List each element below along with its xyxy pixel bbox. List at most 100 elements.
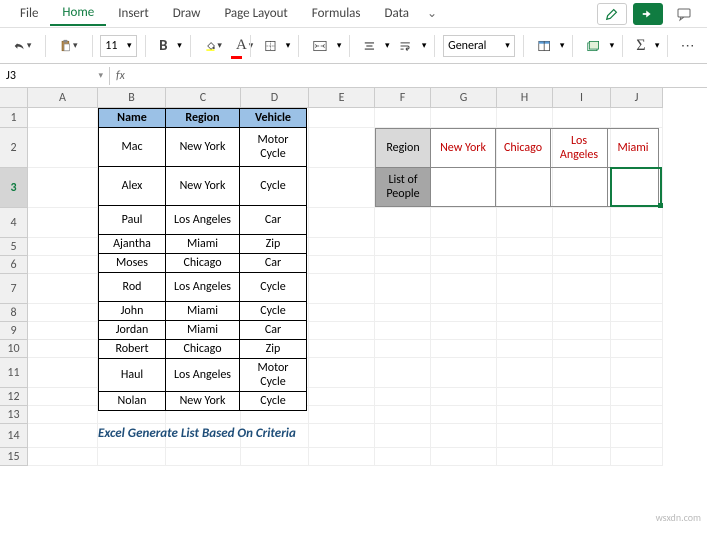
- row-header-14[interactable]: 14: [0, 424, 28, 448]
- col-header-D[interactable]: D: [241, 88, 309, 108]
- formula-input[interactable]: [131, 67, 707, 85]
- row-header-7[interactable]: 7: [0, 274, 28, 304]
- table-cell[interactable]: New York: [166, 392, 240, 411]
- criteria-region-value[interactable]: New York: [431, 129, 496, 168]
- table-cell[interactable]: Rod: [99, 273, 166, 302]
- row-header-15[interactable]: 15: [0, 448, 28, 466]
- more-options[interactable]: ⋯: [676, 33, 699, 58]
- cells-icon: [587, 39, 599, 53]
- paste-button[interactable]: ▾: [54, 33, 83, 59]
- table-cell[interactable]: Motor Cycle: [240, 359, 307, 392]
- row-header-2[interactable]: 2: [0, 128, 28, 168]
- table-cell[interactable]: Car: [240, 254, 307, 273]
- cells-button[interactable]: [581, 35, 605, 57]
- row-header-10[interactable]: 10: [0, 340, 28, 358]
- table-cell[interactable]: Cycle: [240, 273, 307, 302]
- table-cell[interactable]: Car: [240, 321, 307, 340]
- table-cell[interactable]: Los Angeles: [166, 359, 240, 392]
- table-cell[interactable]: Miami: [166, 321, 240, 340]
- worksheet-grid[interactable]: ABCDEFGHIJ 123456789101112131415 NameReg…: [0, 88, 707, 528]
- more-tabs-chevron[interactable]: ⌄: [421, 2, 443, 25]
- tab-data[interactable]: Data: [373, 2, 422, 25]
- table-cell[interactable]: Los Angeles: [166, 273, 240, 302]
- table-header: Name: [99, 109, 166, 128]
- font-color-button[interactable]: A ▾: [232, 33, 257, 58]
- col-header-J[interactable]: J: [611, 88, 663, 108]
- conditional-format-button[interactable]: [532, 35, 556, 57]
- number-format-select[interactable]: General ▾: [443, 35, 515, 57]
- comments-button[interactable]: [669, 3, 699, 25]
- tab-formulas[interactable]: Formulas: [300, 2, 373, 25]
- table-cell[interactable]: Alex: [99, 167, 166, 206]
- criteria-empty-cell[interactable]: [496, 168, 551, 207]
- tab-page-layout[interactable]: Page Layout: [212, 2, 299, 25]
- col-header-C[interactable]: C: [166, 88, 241, 108]
- table-cell[interactable]: Nolan: [99, 392, 166, 411]
- row-header-8[interactable]: 8: [0, 304, 28, 322]
- criteria-region-value[interactable]: Miami: [608, 129, 659, 168]
- pen-button[interactable]: [597, 3, 627, 25]
- tab-home[interactable]: Home: [50, 1, 106, 26]
- row-header-4[interactable]: 4: [0, 208, 28, 238]
- criteria-region-value[interactable]: Chicago: [496, 129, 551, 168]
- table-cell[interactable]: Moses: [99, 254, 166, 273]
- criteria-empty-cell[interactable]: [608, 168, 659, 207]
- criteria-empty-cell[interactable]: [551, 168, 608, 207]
- table-cell[interactable]: Car: [240, 206, 307, 235]
- merge-button[interactable]: [307, 35, 333, 57]
- col-header-E[interactable]: E: [309, 88, 375, 108]
- col-header-G[interactable]: G: [431, 88, 497, 108]
- table-cell[interactable]: Miami: [166, 302, 240, 321]
- table-cell[interactable]: Cycle: [240, 167, 307, 206]
- table-cell[interactable]: Robert: [99, 340, 166, 359]
- row-header-6[interactable]: 6: [0, 256, 28, 274]
- table-cell[interactable]: Miami: [166, 235, 240, 254]
- table-cell[interactable]: Chicago: [166, 254, 240, 273]
- autosum-button[interactable]: Σ: [631, 33, 651, 59]
- col-header-F[interactable]: F: [375, 88, 431, 108]
- table-cell[interactable]: New York: [166, 167, 240, 206]
- tab-file[interactable]: File: [8, 2, 50, 25]
- align-center-button[interactable]: [358, 36, 381, 56]
- tab-insert[interactable]: Insert: [106, 2, 161, 25]
- row-header-3[interactable]: 3: [0, 168, 28, 208]
- row-header-5[interactable]: 5: [0, 238, 28, 256]
- col-header-H[interactable]: H: [497, 88, 553, 108]
- tab-draw[interactable]: Draw: [161, 2, 213, 25]
- table-cell[interactable]: Cycle: [240, 302, 307, 321]
- col-header-A[interactable]: A: [28, 88, 98, 108]
- criteria-empty-cell[interactable]: [431, 168, 496, 207]
- row-header-11[interactable]: 11: [0, 358, 28, 388]
- table-cell[interactable]: Haul: [99, 359, 166, 392]
- bold-button[interactable]: B: [153, 33, 173, 59]
- col-header-I[interactable]: I: [553, 88, 611, 108]
- undo-button[interactable]: ▾: [8, 35, 37, 57]
- name-box[interactable]: J3 ▾: [0, 67, 110, 85]
- table-cell[interactable]: Ajantha: [99, 235, 166, 254]
- borders-button[interactable]: [259, 35, 282, 57]
- table-cell[interactable]: Los Angeles: [166, 206, 240, 235]
- table-cell[interactable]: Zip: [240, 235, 307, 254]
- table-cell[interactable]: Chicago: [166, 340, 240, 359]
- wrap-text-button[interactable]: [393, 35, 417, 57]
- row-header-1[interactable]: 1: [0, 108, 28, 128]
- table-cell[interactable]: Zip: [240, 340, 307, 359]
- table-cell[interactable]: John: [99, 302, 166, 321]
- row-header-12[interactable]: 12: [0, 388, 28, 406]
- row-header-13[interactable]: 13: [0, 406, 28, 424]
- table-cell[interactable]: Motor Cycle: [240, 128, 307, 167]
- font-size-select[interactable]: 11 ▾: [100, 35, 136, 57]
- col-header-B[interactable]: B: [98, 88, 166, 108]
- row-header-9[interactable]: 9: [0, 322, 28, 340]
- table-cell[interactable]: Mac: [99, 128, 166, 167]
- share-button[interactable]: [633, 3, 663, 25]
- table-cell[interactable]: Paul: [99, 206, 166, 235]
- fill-color-button[interactable]: ▾: [199, 34, 228, 58]
- fx-label[interactable]: fx: [110, 69, 131, 83]
- worksheet-caption: Excel Generate List Based On Criteria: [98, 426, 296, 441]
- comment-icon: [676, 6, 692, 22]
- criteria-region-value[interactable]: Los Angeles: [551, 129, 608, 168]
- table-cell[interactable]: Jordan: [99, 321, 166, 340]
- table-cell[interactable]: New York: [166, 128, 240, 167]
- table-cell[interactable]: Cycle: [240, 392, 307, 411]
